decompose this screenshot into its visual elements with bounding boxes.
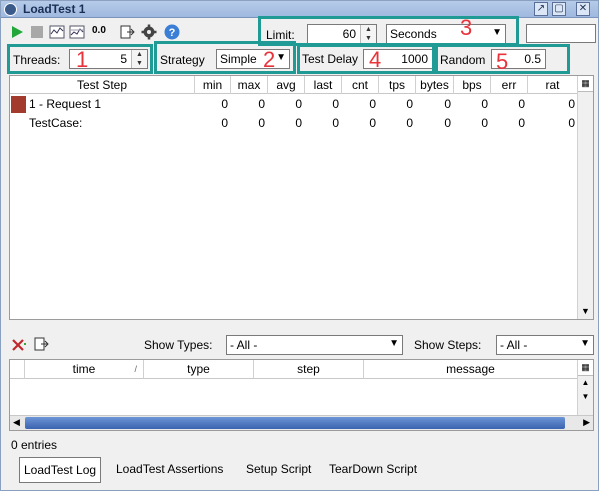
column-header-rat[interactable]: rat (528, 76, 578, 94)
statistics-icon[interactable] (69, 24, 85, 40)
time-header-label: time (72, 362, 96, 376)
column-header-type[interactable]: type (144, 360, 254, 379)
show-steps-select[interactable]: - All - ▼ (496, 335, 594, 355)
cell-min: 0 (221, 97, 228, 111)
sort-indicator-icon: / (134, 364, 137, 374)
progress-field (526, 24, 596, 43)
log-horizontal-scrollbar[interactable]: ◀ ▶ (10, 415, 593, 430)
tab-setup-script[interactable]: Setup Script (242, 457, 315, 483)
column-chooser-icon[interactable]: ▦ (578, 360, 593, 376)
cell-rat: 0 (568, 116, 575, 130)
zero-icon[interactable]: 0.0 (92, 25, 106, 36)
scroll-left-icon[interactable]: ◀ (13, 417, 20, 428)
statistics-table: Test Step min max avg last cnt tps bytes… (9, 75, 594, 320)
limit-highlight (258, 16, 519, 46)
cell-bytes: 0 (444, 97, 451, 111)
restore-icon[interactable]: ▢ (552, 2, 566, 16)
stop-icon[interactable] (29, 24, 45, 40)
callout-1: 1 (76, 47, 89, 72)
scroll-down-icon[interactable]: ▼ (578, 390, 593, 404)
run-icon[interactable] (9, 24, 25, 40)
close-icon[interactable]: ✕ (576, 2, 590, 16)
column-header-bytes[interactable]: bytes (416, 76, 454, 94)
column-chooser-icon[interactable]: ▦ (578, 76, 593, 92)
table-row[interactable]: TestCase: 0 0 0 0 0 0 0 0 0 0 (10, 114, 578, 133)
column-header-bps[interactable]: bps (454, 76, 491, 94)
show-types-label: Show Types: (144, 338, 213, 352)
column-header-tps[interactable]: tps (379, 76, 416, 94)
table-row[interactable]: 1 - Request 1 0 0 0 0 0 0 0 0 0 0 (10, 95, 578, 114)
scroll-down-icon[interactable]: ▼ (578, 304, 593, 319)
cell-last: 0 (332, 97, 339, 111)
column-header-test-step[interactable]: Test Step (10, 76, 195, 94)
callout-2: 2 (263, 47, 276, 72)
cell-err: 0 (518, 97, 525, 111)
log-toolbar: Show Types: - All - ▼ Show Steps: - All … (9, 334, 594, 356)
graph-icon[interactable] (49, 24, 65, 40)
cell-avg: 0 (295, 116, 302, 130)
cell-min: 0 (221, 116, 228, 130)
column-header-max[interactable]: max (231, 76, 268, 94)
cell-cnt: 0 (369, 116, 376, 130)
scroll-up-icon[interactable]: ▲ (578, 376, 593, 390)
maximize-icon[interactable]: ↗ (534, 2, 548, 16)
window-icon (4, 3, 17, 16)
chevron-down-icon: ▼ (580, 338, 590, 349)
cell-bytes: 0 (444, 116, 451, 130)
show-steps-value: - All - (500, 338, 528, 352)
tab-teardown-script[interactable]: TearDown Script (325, 457, 421, 483)
column-header-time[interactable]: time / (25, 360, 144, 379)
cell-max: 0 (258, 97, 265, 111)
log-table: time / type step message ▦ ▲ ▼ ◀ ▶ (9, 359, 594, 431)
column-header-avg[interactable]: avg (268, 76, 305, 94)
cell-avg: 0 (295, 97, 302, 111)
clear-log-icon[interactable] (11, 337, 27, 351)
callout-3: 3 (460, 15, 473, 40)
callout-5: 5 (496, 49, 509, 74)
tab-loadtest-assertions[interactable]: LoadTest Assertions (112, 457, 227, 483)
cell-tps: 0 (406, 97, 413, 111)
loadtest-window: LoadTest 1 ↗ ▢ ✕ 0.0 ? Limit: 60 ▲ ▼ Seco… (0, 0, 599, 491)
cell-rat: 0 (568, 97, 575, 111)
statistics-scrollbar[interactable]: ▦ ▼ (577, 76, 593, 319)
column-header-last[interactable]: last (305, 76, 342, 94)
window-title: LoadTest 1 (23, 2, 86, 16)
column-header-cnt[interactable]: cnt (342, 76, 379, 94)
show-types-value: - All - (230, 338, 258, 352)
step-status-icon (11, 96, 26, 113)
cell-max: 0 (258, 116, 265, 130)
cell-tps: 0 (406, 116, 413, 130)
test-delay-highlight (297, 44, 435, 74)
step-name: TestCase: (29, 116, 83, 130)
show-steps-label: Show Steps: (414, 338, 482, 352)
column-header-message[interactable]: message (364, 360, 578, 379)
export-log-icon[interactable] (33, 336, 49, 352)
table-header: Test Step min max avg last cnt tps bytes… (10, 76, 578, 94)
column-header-step[interactable]: step (254, 360, 364, 379)
callout-4: 4 (369, 47, 382, 72)
step-name: 1 - Request 1 (29, 97, 102, 111)
tab-loadtest-log[interactable]: LoadTest Log (19, 457, 102, 483)
show-types-select[interactable]: - All - ▼ (226, 335, 403, 355)
log-vertical-scrollbar[interactable]: ▦ ▲ ▼ (577, 360, 593, 415)
settings-icon[interactable] (141, 24, 157, 40)
entries-count: 0 entries (11, 438, 58, 452)
svg-text:?: ? (169, 27, 176, 39)
scroll-right-icon[interactable]: ▶ (583, 417, 590, 428)
column-header-blank (10, 360, 25, 379)
cell-bps: 0 (481, 97, 488, 111)
scroll-thumb[interactable] (25, 417, 565, 429)
chevron-down-icon: ▼ (389, 338, 399, 349)
cell-err: 0 (518, 116, 525, 130)
cell-bps: 0 (481, 116, 488, 130)
column-header-min[interactable]: min (195, 76, 231, 94)
help-icon[interactable]: ? (164, 24, 180, 40)
export-icon[interactable] (119, 24, 135, 40)
cell-last: 0 (332, 116, 339, 130)
column-header-err[interactable]: err (491, 76, 528, 94)
cell-cnt: 0 (369, 97, 376, 111)
